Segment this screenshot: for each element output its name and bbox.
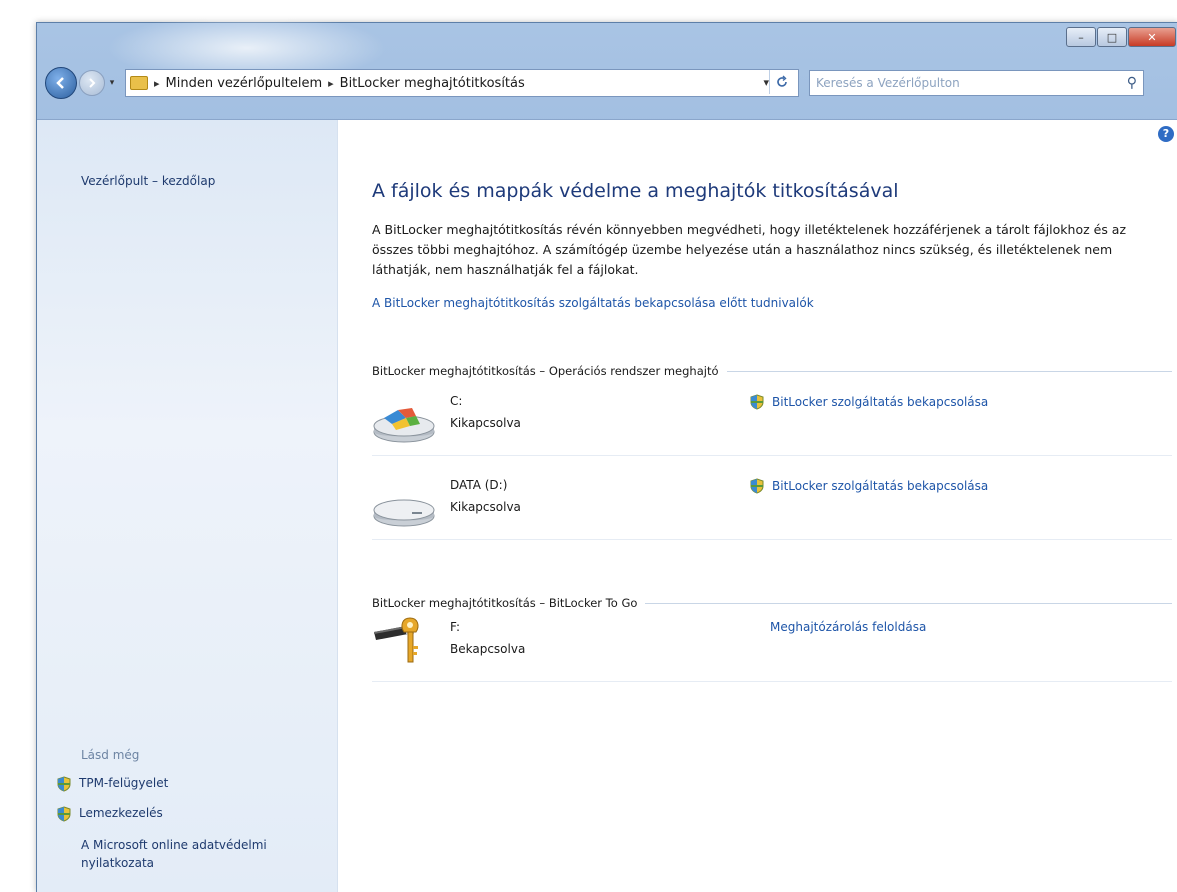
address-tools: ▾ [755,70,794,94]
breadcrumb-bitlocker[interactable]: BitLocker meghajtótitkosítás [340,76,525,91]
removable-drives-section-heading: BitLocker meghajtótitkosítás – BitLocker… [372,596,1172,610]
drive-row-f: F: Bekapcsolva Meghajtózárolás feloldása [372,612,1172,682]
close-button[interactable]: ✕ [1128,27,1176,47]
shield-icon [750,478,764,494]
os-drives-section-heading: BitLocker meghajtótitkosítás – Operációs… [372,364,1172,378]
removable-drives-section-label: BitLocker meghajtótitkosítás – BitLocker… [372,596,638,610]
drive-name: DATA (D:) [450,478,508,492]
recent-pages-dropdown[interactable]: ▾ [105,78,119,88]
turn-on-bitlocker-label: BitLocker szolgáltatás bekapcsolása [772,479,989,493]
forward-arrow-icon [89,78,96,88]
minimize-button[interactable]: – [1066,27,1096,47]
chevron-right-icon[interactable]: ▸ [154,77,160,90]
left-pane: Vezérlőpult – kezdőlap Lásd még TPM-felü… [37,120,338,892]
drive-name: C: [450,394,463,408]
main-pane: ? A fájlok és mappák védelme a meghajtók… [338,120,1177,892]
drive-row-c: C: Kikapcsolva BitLocker szolgáltatás be… [372,386,1172,456]
turn-on-bitlocker-label: BitLocker szolgáltatás bekapcsolása [772,395,989,409]
divider [726,370,1172,372]
back-button[interactable] [45,67,77,99]
turn-on-bitlocker-c-link[interactable]: BitLocker szolgáltatás bekapcsolása [750,394,988,410]
navigation-bar: ▾ ▸ Minden vezérlőpultelem ▸ BitLocker m… [45,63,1177,103]
search-input[interactable]: Keresés a Vezérlőpulton [816,76,960,90]
turn-on-bitlocker-d-link[interactable]: BitLocker szolgáltatás bekapcsolása [750,478,988,494]
drive-row-d: DATA (D:) Kikapcsolva BitLocker szolgált… [372,470,1172,540]
search-box[interactable]: Keresés a Vezérlőpulton ⚲ [809,70,1144,96]
locked-usb-drive-icon [374,617,419,663]
os-drives-section-label: BitLocker meghajtótitkosítás – Operációs… [372,364,719,378]
search-icon[interactable]: ⚲ [1127,75,1137,91]
system-drive-icon [373,408,435,443]
shield-icon [57,806,71,822]
drive-status: Bekapcsolva [450,642,526,656]
explorer-window: – □ ✕ ▾ ▸ Minden vezérlőpultelem ▸ BitLo… [36,13,1177,892]
drive-status: Kikapcsolva [450,500,521,514]
divider [645,602,1172,604]
drive-name: F: [450,620,461,634]
shield-icon [750,394,764,410]
help-icon[interactable]: ? [1158,126,1174,142]
disk-management-label: Lemezkezelés [79,806,163,820]
divider [372,455,1172,456]
maximize-button[interactable]: □ [1097,27,1127,47]
tpm-management-link[interactable]: TPM-felügyelet [57,776,168,792]
page-title: A fájlok és mappák védelme a meghajtók t… [372,180,899,202]
window-controls: – □ ✕ [1065,27,1176,47]
forward-button[interactable] [79,70,105,96]
chevron-right-icon[interactable]: ▸ [328,77,334,90]
hard-drive-icon [373,499,435,527]
page-description: A BitLocker meghajtótitkosítás révén kön… [372,222,1127,277]
content-area: Vezérlőpult – kezdőlap Lásd még TPM-felü… [37,119,1177,892]
unlock-drive-link[interactable]: Meghajtózárolás feloldása [770,620,926,634]
privacy-statement-link[interactable]: A Microsoft online adatvédelmi nyilatkoz… [81,836,301,872]
address-bar[interactable]: ▸ Minden vezérlőpultelem ▸ BitLocker meg… [125,69,799,97]
divider [372,539,1172,540]
disk-management-link[interactable]: Lemezkezelés [57,806,163,822]
drive-status: Kikapcsolva [450,416,521,430]
divider [372,681,1172,682]
refresh-icon [777,75,787,87]
back-arrow-icon [56,77,64,89]
refresh-button[interactable] [769,70,794,94]
shield-icon [57,776,71,792]
bitlocker-info-link[interactable]: A BitLocker meghajtótitkosítás szolgálta… [372,296,814,310]
breadcrumb-all-items[interactable]: Minden vezérlőpultelem [166,76,323,91]
tpm-management-label: TPM-felügyelet [79,776,169,790]
control-panel-home-link[interactable]: Vezérlőpult – kezdőlap [81,174,215,188]
control-panel-icon [130,76,148,90]
see-also-heading: Lásd még [81,748,140,762]
